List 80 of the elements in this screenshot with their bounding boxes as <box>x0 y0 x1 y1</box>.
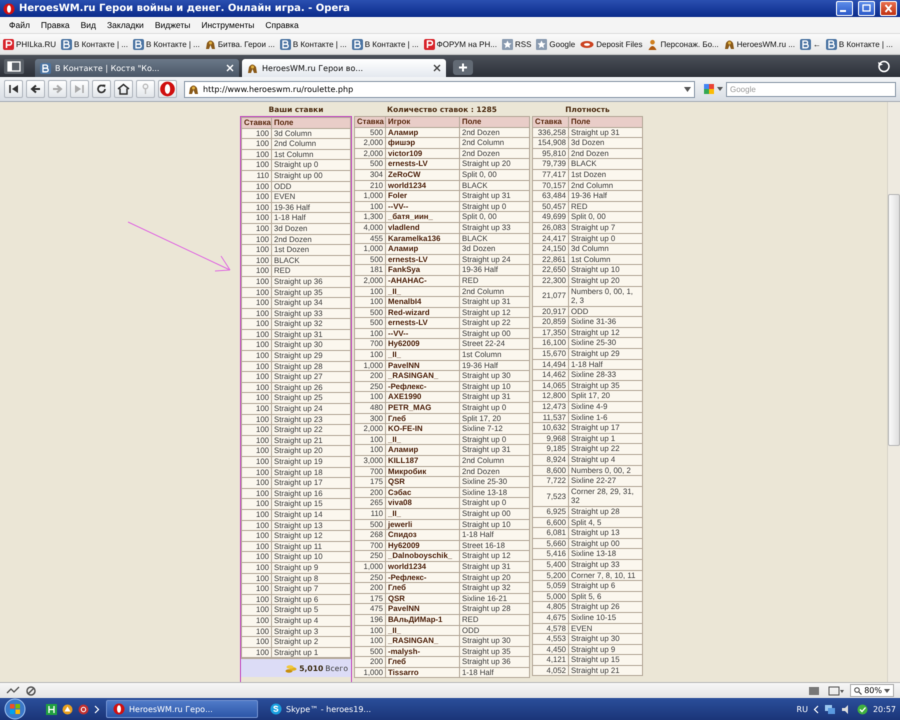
b-logo-icon <box>280 38 291 50</box>
language-indicator[interactable]: RU <box>796 704 808 714</box>
address-field[interactable]: http://www.heroeswm.ru/roulette.php <box>184 80 695 98</box>
b-logo-icon <box>61 38 72 50</box>
menu-item[interactable]: Правка <box>36 20 75 30</box>
start-button-icon[interactable] <box>4 698 26 720</box>
menu-item[interactable]: Вид <box>76 20 102 30</box>
bookmark[interactable]: В Контакте | ... <box>280 38 347 50</box>
p-logo-icon <box>424 38 435 50</box>
clock: 20:57 <box>872 704 896 714</box>
bookmark[interactable]: Персонаж. Бо... <box>647 38 719 50</box>
h-app-icon[interactable] <box>46 704 57 714</box>
network-icon[interactable] <box>6 686 20 696</box>
b-logo-icon <box>40 62 51 74</box>
panel-toggle-icon[interactable] <box>4 59 24 74</box>
network-icon[interactable] <box>824 704 836 714</box>
minimize-icon[interactable] <box>836 1 853 16</box>
menu-item[interactable]: Справка <box>260 20 304 30</box>
triangle-app-icon[interactable] <box>62 704 73 714</box>
b-logo-icon <box>132 38 144 50</box>
chevron-icon[interactable] <box>94 704 100 714</box>
b-logo-icon <box>800 38 811 50</box>
bookmark[interactable]: Google <box>536 38 576 50</box>
p-logo-icon <box>3 38 14 50</box>
taskbar-item[interactable]: HeroesWM.ru Геро... <box>106 700 258 718</box>
b-logo-icon <box>826 38 837 50</box>
view-icon[interactable] <box>828 686 844 696</box>
browser-tab[interactable]: В Контакте | Костя "Ко... <box>35 59 239 77</box>
helmet-icon <box>247 62 258 74</box>
warrior-icon <box>647 38 658 50</box>
search-field[interactable]: Google <box>726 82 896 96</box>
opera-icon[interactable] <box>158 80 177 98</box>
skype-icon <box>270 703 282 715</box>
chevron-icon[interactable] <box>812 704 819 714</box>
scrollbar[interactable] <box>887 102 900 682</box>
first-page-icon[interactable] <box>4 80 23 98</box>
bookmark[interactable]: Битва. Герои ... <box>204 38 275 50</box>
g-logo-icon <box>704 84 714 94</box>
bookmark[interactable]: ← <box>800 38 821 50</box>
undo-icon[interactable] <box>876 59 892 74</box>
dropdown-icon[interactable] <box>884 688 890 692</box>
bookmark[interactable]: PHILka.RU <box>3 38 56 50</box>
b-logo-icon <box>352 38 363 50</box>
menu-item[interactable]: Файл <box>4 20 35 30</box>
zoom-field[interactable]: 80% <box>850 684 894 697</box>
bookmark[interactable]: В Контакте | ... <box>352 38 419 50</box>
bookmark[interactable]: RSS <box>502 38 532 50</box>
helmet-icon <box>204 38 216 50</box>
maximize-icon[interactable] <box>858 1 875 16</box>
bookmark[interactable]: В Контакте | ... <box>132 38 200 50</box>
home-icon[interactable] <box>114 80 133 98</box>
browser-tab[interactable]: HeroesWM.ru Герои во... <box>242 59 446 77</box>
menu-item[interactable]: Виджеты <box>150 20 196 30</box>
check-icon[interactable] <box>856 704 868 714</box>
dropdown-icon[interactable] <box>717 87 723 91</box>
opera-icon <box>3 2 15 14</box>
helmet-icon <box>724 38 735 50</box>
coins-icon <box>285 664 298 673</box>
disk-icon <box>580 40 594 48</box>
helmet-icon <box>188 84 199 94</box>
bookmark[interactable]: ФОРУМ на РН... <box>424 38 497 50</box>
reload-icon[interactable] <box>92 80 111 98</box>
swirl-app-icon[interactable] <box>78 704 89 714</box>
window-title: HeroesWM.ru Герои войны и денег. Онлайн игра. - Opera <box>19 3 351 14</box>
plus-icon[interactable] <box>453 60 473 75</box>
opera-icon <box>113 703 125 715</box>
star-icon <box>536 38 548 50</box>
menu-item[interactable]: Закладки <box>102 20 149 30</box>
bookmark[interactable]: HeroesWM.ru ... <box>724 38 795 50</box>
bookmark[interactable]: Deposit Files <box>580 40 642 48</box>
bookmark[interactable]: В Контакте | ... <box>61 38 128 50</box>
back-icon[interactable] <box>26 80 45 98</box>
dropdown-icon[interactable] <box>684 86 691 92</box>
scroll-thumb[interactable] <box>888 194 900 446</box>
star-icon <box>502 38 513 50</box>
menu-item[interactable]: Инструменты <box>196 20 260 30</box>
bookmark[interactable]: В Контакте | ... <box>826 38 893 50</box>
search-icon <box>854 686 862 694</box>
close-icon[interactable] <box>433 64 441 72</box>
taskbar-item[interactable]: Skype™ - heroes19... <box>264 700 416 718</box>
